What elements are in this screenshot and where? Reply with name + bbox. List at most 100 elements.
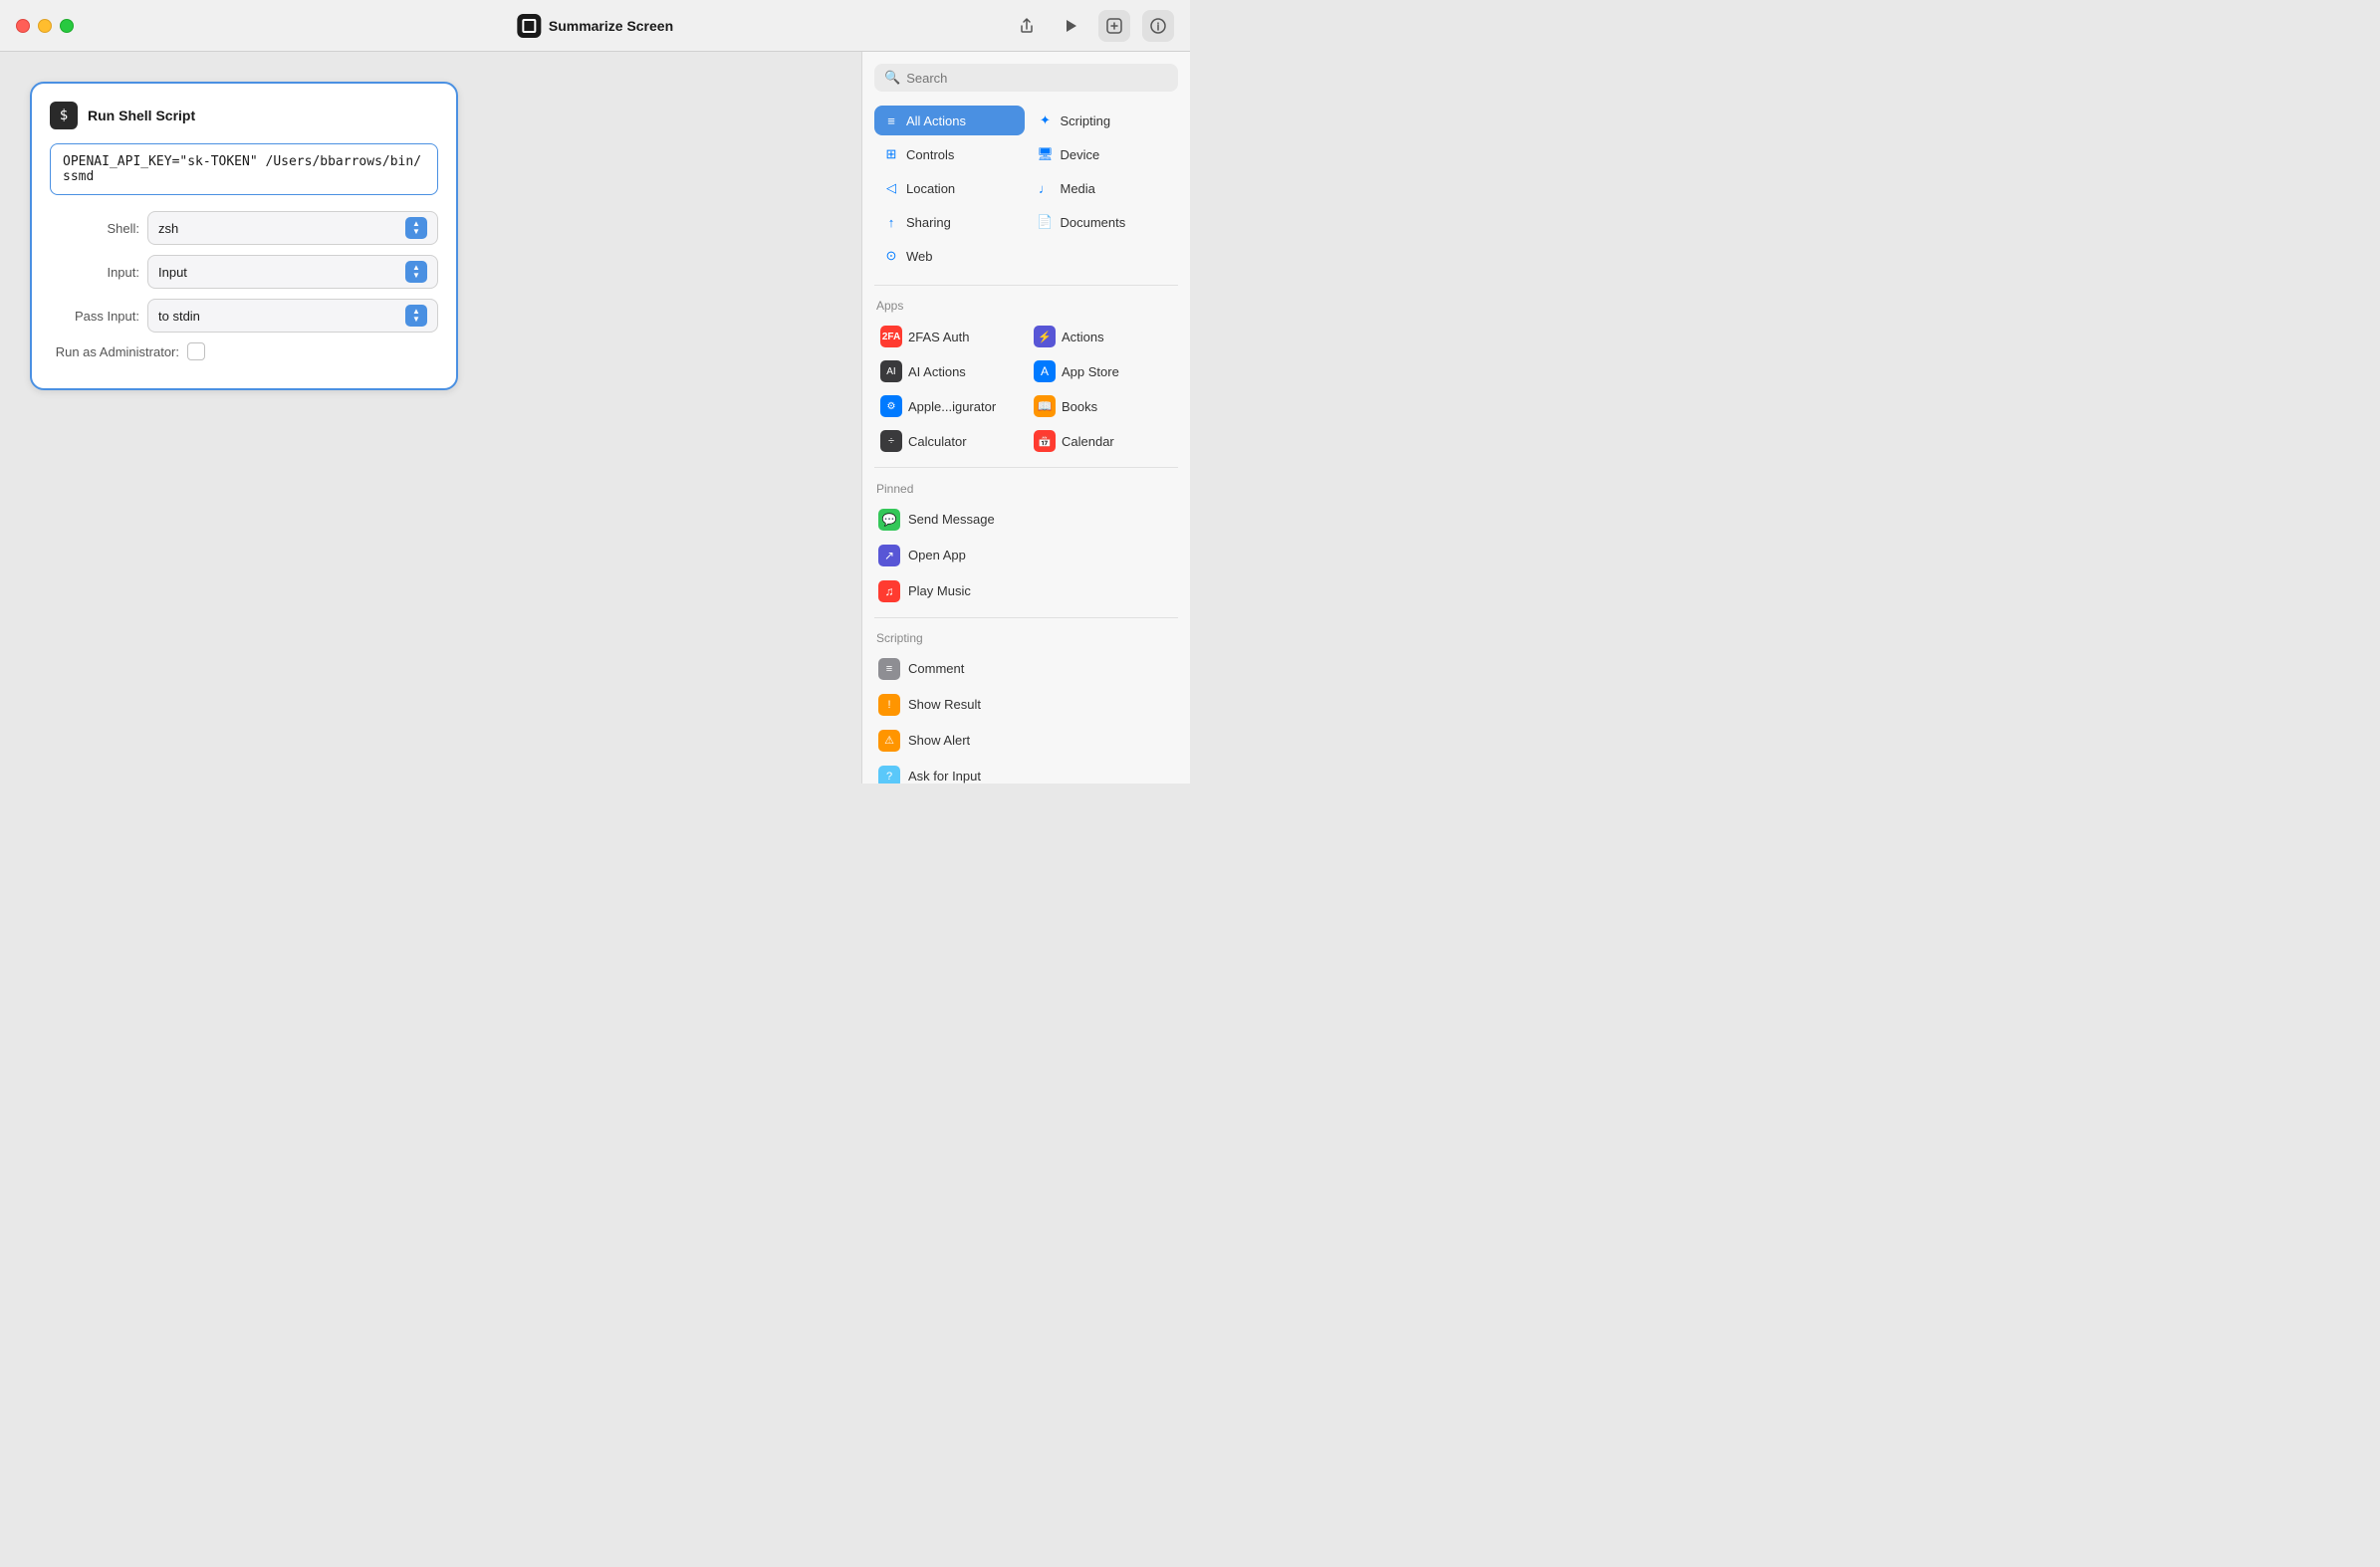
scripting-label-ask-input: Ask for Input [908,769,981,784]
configurator-icon: ⚙ [880,395,902,417]
scripting-label-show-alert: Show Alert [908,733,970,748]
cat-label-scripting: Scripting [1061,113,1111,128]
show-result-icon: ! [878,694,900,716]
send-message-icon: 💬 [878,509,900,531]
input-select[interactable]: Input ▲ ▼ [147,255,438,289]
scripting-label-comment: Comment [908,661,964,676]
sidebar-item-device[interactable]: 🖥 Device [1029,139,1179,169]
comment-icon: ≡ [878,658,900,680]
sidebar-item-controls[interactable]: ⊞ Controls [874,139,1025,169]
script-card-header: $ Run Shell Script [50,102,438,129]
scripting-section-label: Scripting [862,623,1190,649]
admin-label: Run as Administrator: [50,344,179,359]
titlebar: Summarize Screen [0,0,1190,52]
app-item-app-store[interactable]: A App Store [1028,355,1178,387]
sidebar-item-web[interactable]: ⊙ Web [874,241,1025,271]
pinned-item-open-app[interactable]: ↗ Open App [870,538,1182,573]
web-icon: ⊙ [882,247,900,265]
cat-label-sharing: Sharing [906,215,951,230]
app-label-2fas: 2FAS Auth [908,330,969,344]
app-item-books[interactable]: 📖 Books [1028,390,1178,422]
app-item-actions[interactable]: ⚡ Actions [1028,321,1178,352]
search-container: 🔍 [862,64,1190,102]
actions-icon: ⚡ [1034,326,1056,347]
script-code-input[interactable]: OPENAI_API_KEY="sk-TOKEN" /Users/bbarrow… [50,143,438,195]
app-item-ai-actions[interactable]: AI AI Actions [874,355,1025,387]
search-box[interactable]: 🔍 [874,64,1178,92]
app-item-configurator[interactable]: ⚙ Apple...igurator [874,390,1025,422]
add-shortcut-button[interactable] [1098,10,1130,42]
app-label-books: Books [1062,399,1097,414]
app-item-calculator[interactable]: ÷ Calculator [874,425,1025,457]
play-music-icon: ♫ [878,580,900,602]
scripting-item-show-result[interactable]: ! Show Result [870,687,1182,723]
pinned-section-label: Pinned [862,474,1190,500]
open-app-icon: ↗ [878,545,900,566]
sidebar-item-sharing[interactable]: ↑ Sharing [874,207,1025,237]
media-icon: ♩ [1037,179,1055,197]
shell-label: Shell: [50,221,139,236]
app-label-configurator: Apple...igurator [908,399,996,414]
shell-row: Shell: zsh ▲ ▼ [50,211,438,245]
info-button[interactable] [1142,10,1174,42]
sidebar-item-location[interactable]: ◁ Location [874,173,1025,203]
sidebar-item-all-actions[interactable]: ≡ All Actions [874,106,1025,135]
controls-icon: ⊞ [882,145,900,163]
pinned-label-open-app: Open App [908,548,966,562]
traffic-lights [16,19,74,33]
location-icon: ◁ [882,179,900,197]
pinned-list: 💬 Send Message ↗ Open App ♫ Play Music [862,500,1190,611]
sharing-icon: ↑ [882,213,900,231]
shell-select[interactable]: zsh ▲ ▼ [147,211,438,245]
cat-label-media: Media [1061,181,1095,196]
documents-icon: 📄 [1037,213,1055,231]
pinned-item-play-music[interactable]: ♫ Play Music [870,573,1182,609]
cat-label-documents: Documents [1061,215,1126,230]
app-icon-inner [522,19,536,33]
input-arrows-icon: ▲ ▼ [405,261,427,283]
scripting-icon: ✦ [1037,112,1055,129]
ai-actions-icon: AI [880,360,902,382]
sidebar-item-documents[interactable]: 📄 Documents [1029,207,1179,237]
apps-section-label: Apps [862,291,1190,317]
pinned-label-send-message: Send Message [908,512,995,527]
calculator-icon: ÷ [880,430,902,452]
scripting-item-ask-input[interactable]: ? Ask for Input [870,759,1182,784]
cat-label-all-actions: All Actions [906,113,966,128]
close-button[interactable] [16,19,30,33]
cat-label-device: Device [1061,147,1100,162]
input-label: Input: [50,265,139,280]
app-label-actions: Actions [1062,330,1104,344]
category-grid: ≡ All Actions ✦ Scripting ⊞ Controls 🖥 D… [862,102,1190,279]
shell-value: zsh [158,221,178,236]
app-item-calendar[interactable]: 📅 Calendar [1028,425,1178,457]
ask-input-icon: ? [878,766,900,784]
titlebar-actions [1011,10,1174,42]
play-button[interactable] [1055,10,1086,42]
window-title-area: Summarize Screen [517,14,673,38]
app-item-2fas[interactable]: 2FA 2FAS Auth [874,321,1025,352]
app-label-calendar: Calendar [1062,434,1114,449]
books-icon: 📖 [1034,395,1056,417]
admin-checkbox[interactable] [187,342,205,360]
app-icon [517,14,541,38]
pass-value: to stdin [158,309,200,324]
main-content: $ Run Shell Script OPENAI_API_KEY="sk-TO… [0,52,1190,784]
scripting-item-comment[interactable]: ≡ Comment [870,651,1182,687]
device-icon: 🖥 [1037,145,1055,163]
cat-label-location: Location [906,181,955,196]
shell-arrows-icon: ▲ ▼ [405,217,427,239]
search-input[interactable] [906,71,1168,86]
pinned-item-send-message[interactable]: 💬 Send Message [870,502,1182,538]
pass-select[interactable]: to stdin ▲ ▼ [147,299,438,333]
pass-label: Pass Input: [50,309,139,324]
minimize-button[interactable] [38,19,52,33]
scripting-item-show-alert[interactable]: ⚠ Show Alert [870,723,1182,759]
sidebar-item-media[interactable]: ♩ Media [1029,173,1179,203]
app-label-app-store: App Store [1062,364,1119,379]
script-card: $ Run Shell Script OPENAI_API_KEY="sk-TO… [30,82,458,390]
app-label-calculator: Calculator [908,434,967,449]
share-button[interactable] [1011,10,1043,42]
maximize-button[interactable] [60,19,74,33]
sidebar-item-scripting[interactable]: ✦ Scripting [1029,106,1179,135]
